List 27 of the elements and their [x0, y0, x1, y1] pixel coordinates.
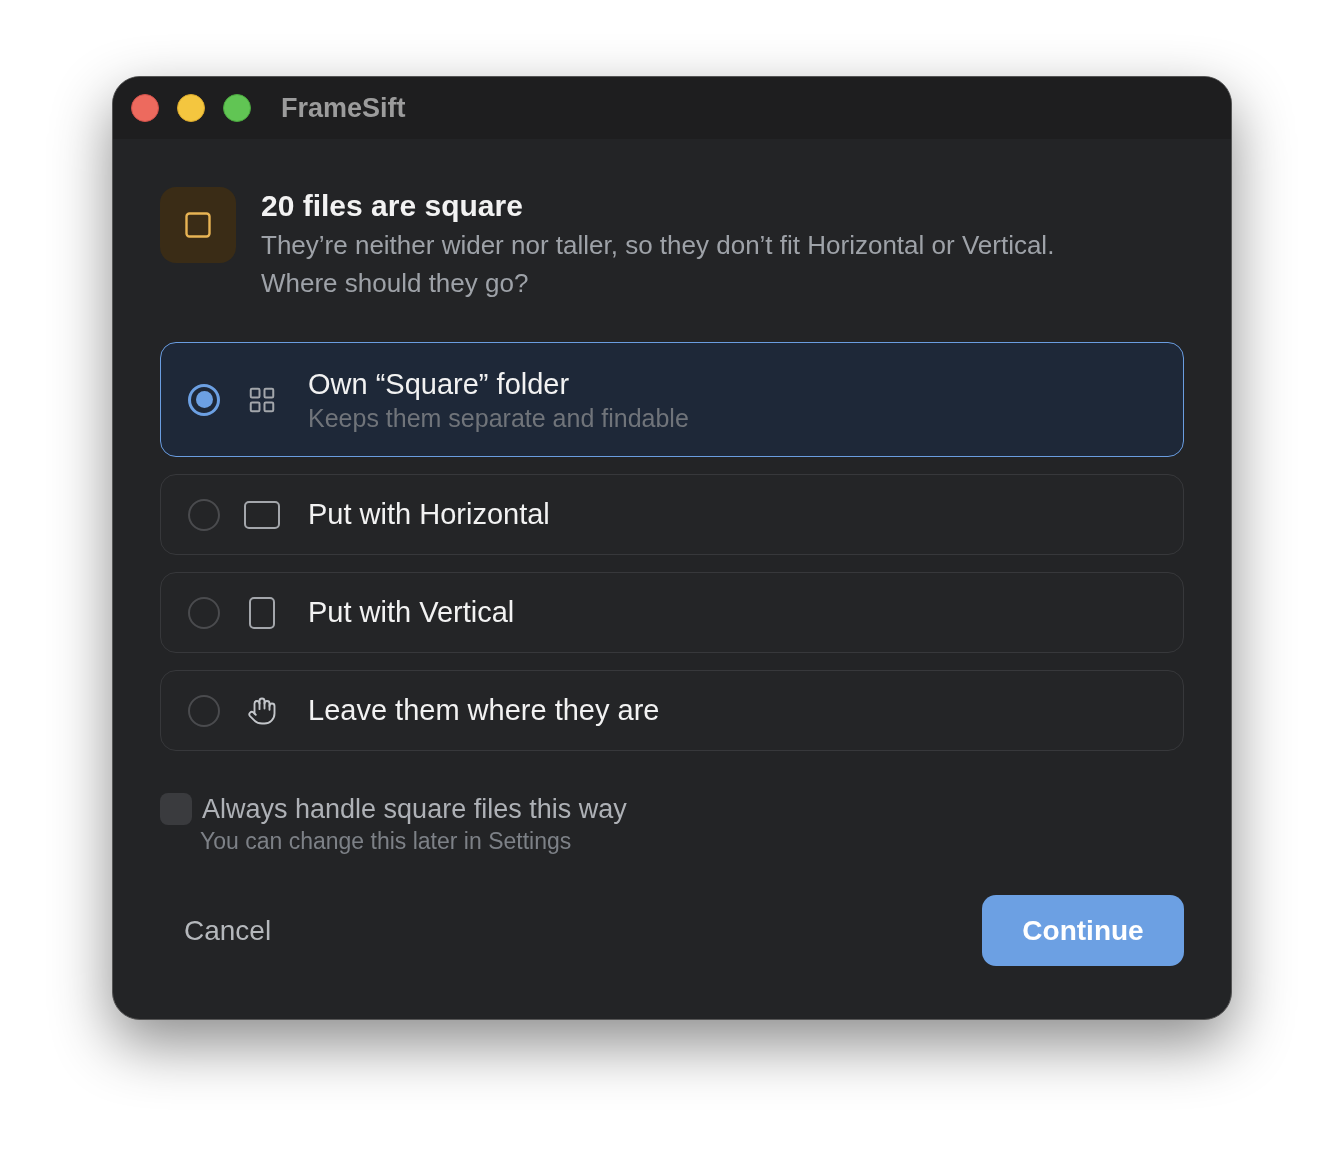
hand-icon [247, 695, 277, 726]
radio-button[interactable] [188, 498, 220, 531]
option-label: Put with Horizontal [308, 497, 550, 532]
zoom-button[interactable] [223, 94, 251, 122]
square-icon [160, 187, 236, 263]
option-card[interactable]: Put with Horizontal [160, 474, 1184, 555]
dialog-description: They’re neither wider nor taller, so they don’t fit Horizontal or Vertical. Where should they go? [261, 229, 1056, 300]
option-card[interactable]: Own “Square” folder Keeps them separate and findable [160, 342, 1184, 457]
radio-button[interactable] [188, 694, 220, 727]
option-card[interactable]: Put with Vertical [160, 572, 1184, 653]
option-card[interactable]: Leave them where they are [160, 670, 1184, 751]
portrait-rectangle-icon [249, 596, 275, 629]
radio-button[interactable] [188, 383, 220, 416]
checkbox[interactable] [160, 793, 192, 825]
minimize-button[interactable] [177, 94, 205, 122]
dialog-heading: 20 files are square [261, 188, 524, 224]
option-description: Keeps them separate and findable [308, 402, 689, 433]
option-label: Leave them where they are [308, 693, 660, 728]
option-label: Own “Square” folder [308, 366, 571, 402]
window-title: FrameSift [281, 91, 406, 125]
cancel-button[interactable]: Cancel [160, 895, 296, 966]
radio-button[interactable] [188, 596, 220, 629]
landscape-rectangle-icon [244, 500, 280, 529]
checkbox-label: Always handle square files this way [202, 793, 627, 825]
close-button[interactable] [131, 94, 159, 122]
option-label: Put with Vertical [308, 595, 515, 630]
checkbox-hint: You can change this later in Settings [200, 827, 573, 855]
